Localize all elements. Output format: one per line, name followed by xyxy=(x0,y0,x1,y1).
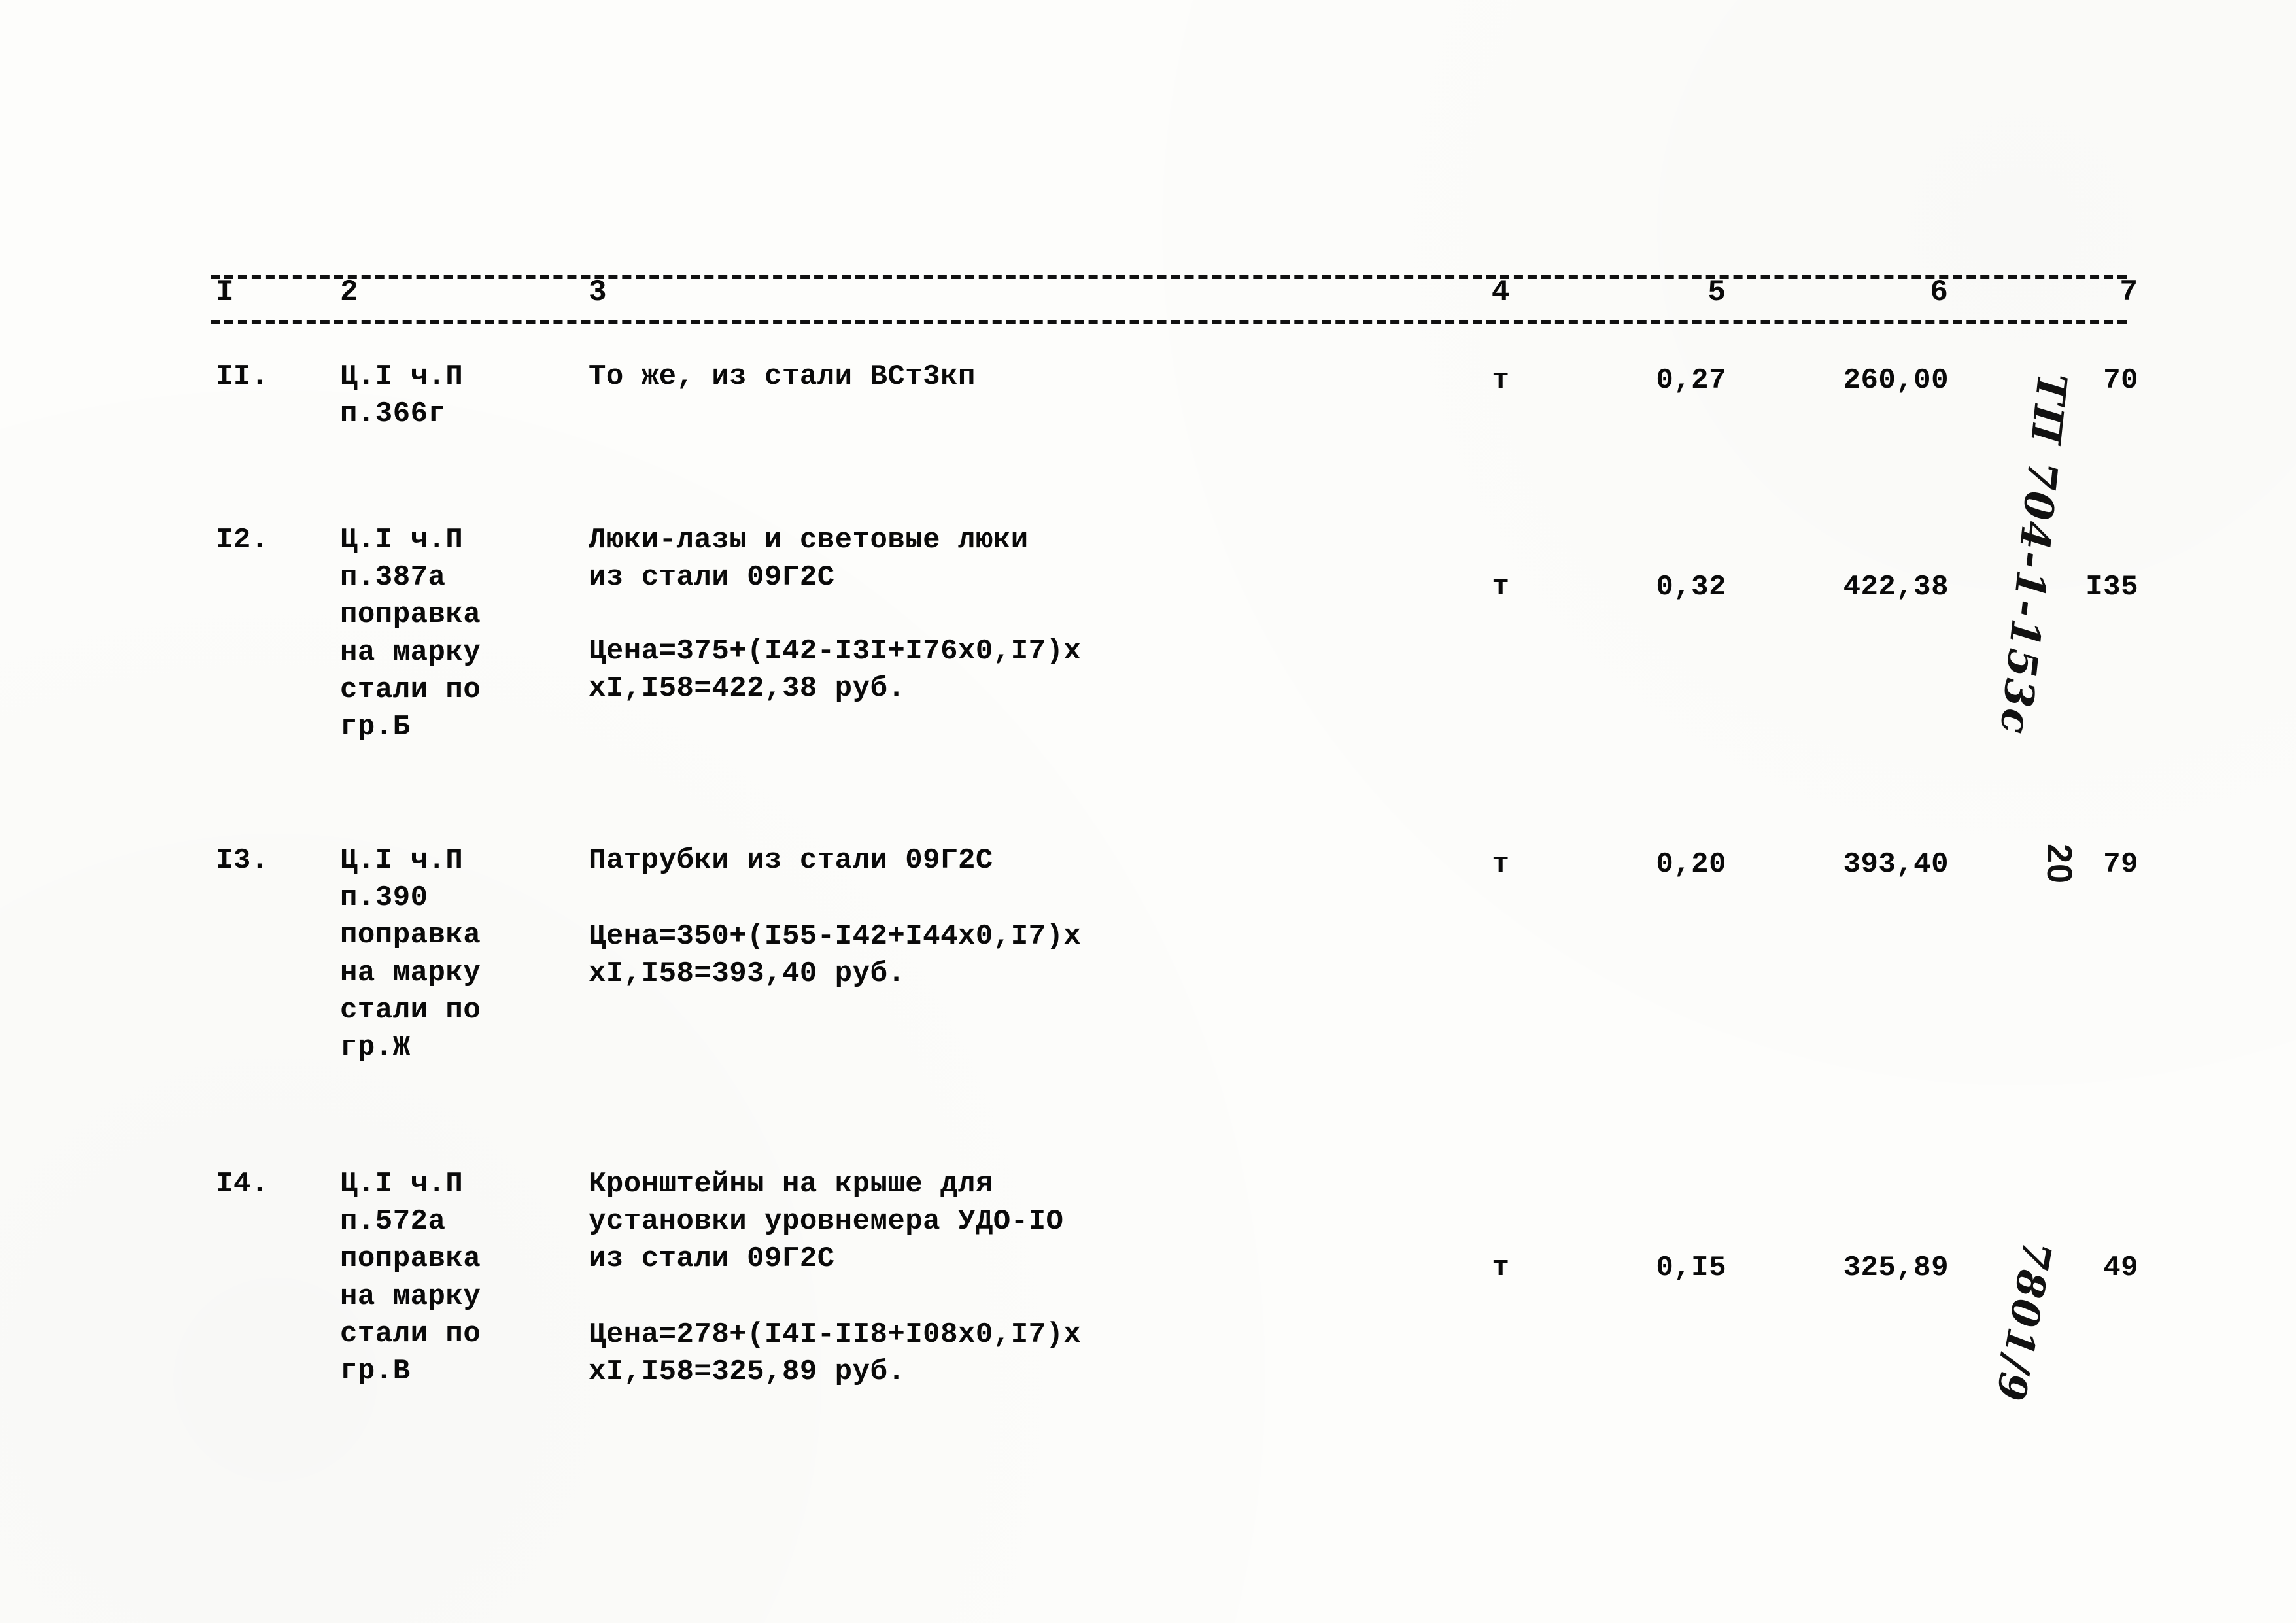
row-price-formula: Цена=278+(I4I-II8+I08х0,I7)х хI,I58=325,… xyxy=(589,1318,1082,1389)
row-unit: т xyxy=(1492,571,1510,604)
estimate-table: I 2 3 4 5 6 7 II. Ц.I ч.П п.366г То же, … xyxy=(211,275,2138,1478)
row-quantity: 0,20 xyxy=(1656,848,1726,881)
row-price-formula: Цена=350+(I55-I42+I44х0,I7)х хI,I58=393,… xyxy=(589,920,1082,991)
row-number: I4. xyxy=(216,1168,269,1201)
table-body: II. Ц.I ч.П п.366г То же, из стали ВСт3к… xyxy=(216,358,2138,1441)
row-number: I2. xyxy=(216,524,269,556)
scanned-page: I 2 3 4 5 6 7 II. Ц.I ч.П п.366г То же, … xyxy=(0,0,2296,1623)
row-price: 260,00 xyxy=(1843,364,1949,397)
row-description: Люки-лазы и световые люки из стали 09Г2С xyxy=(589,524,1029,594)
column-header-1: I xyxy=(216,275,235,309)
table-header-bottom-rule xyxy=(211,320,2127,324)
row-unit: т xyxy=(1492,364,1510,397)
table-header-row: I 2 3 4 5 6 7 xyxy=(216,275,2138,320)
column-header-4: 4 xyxy=(1491,275,1511,309)
table-row: I4. Ц.I ч.П п.572а поправка на марку ста… xyxy=(216,1166,2138,1441)
row-description: То же, из стали ВСт3кп xyxy=(589,360,976,393)
row-description: Патрубки из стали 09Г2С xyxy=(589,844,993,877)
table-row: I3. Ц.I ч.П п.390 поправка на марку стал… xyxy=(216,842,2138,1104)
row-justification: Ц.I ч.П п.387а поправка на марку стали п… xyxy=(340,524,481,743)
row-unit: т xyxy=(1492,1252,1510,1284)
row-number: I3. xyxy=(216,844,269,877)
table-row: II. Ц.I ч.П п.366г То же, из стали ВСт3к… xyxy=(216,358,2138,456)
column-header-6: 6 xyxy=(1930,275,1949,309)
column-header-7: 7 xyxy=(2119,275,2138,309)
row-quantity: 0,I5 xyxy=(1656,1252,1726,1284)
row-description: Кронштейны на крыше для установки уровне… xyxy=(589,1168,1064,1276)
row-quantity: 0,32 xyxy=(1656,571,1726,604)
row-justification: Ц.I ч.П п.366г xyxy=(340,360,464,431)
row-unit: т xyxy=(1492,848,1510,881)
row-justification: Ц.I ч.П п.572а поправка на марку стали п… xyxy=(340,1168,481,1388)
column-header-3: 3 xyxy=(589,275,608,309)
row-quantity: 0,27 xyxy=(1656,364,1726,397)
row-price: 393,40 xyxy=(1843,848,1949,881)
page-number: 20 xyxy=(2040,844,2079,885)
row-justification: Ц.I ч.П п.390 поправка на марку стали по… xyxy=(340,844,481,1064)
column-header-5: 5 xyxy=(1707,275,1726,309)
column-header-2: 2 xyxy=(340,275,359,309)
row-number: II. xyxy=(216,360,269,393)
table-row: I2. Ц.I ч.П п.387а поправка на марку ста… xyxy=(216,522,2138,783)
row-price: 422,38 xyxy=(1843,571,1949,604)
row-price: 325,89 xyxy=(1843,1252,1949,1284)
row-price-formula: Цена=375+(I42-I3I+I76х0,I7)х хI,I58=422,… xyxy=(589,635,1082,706)
